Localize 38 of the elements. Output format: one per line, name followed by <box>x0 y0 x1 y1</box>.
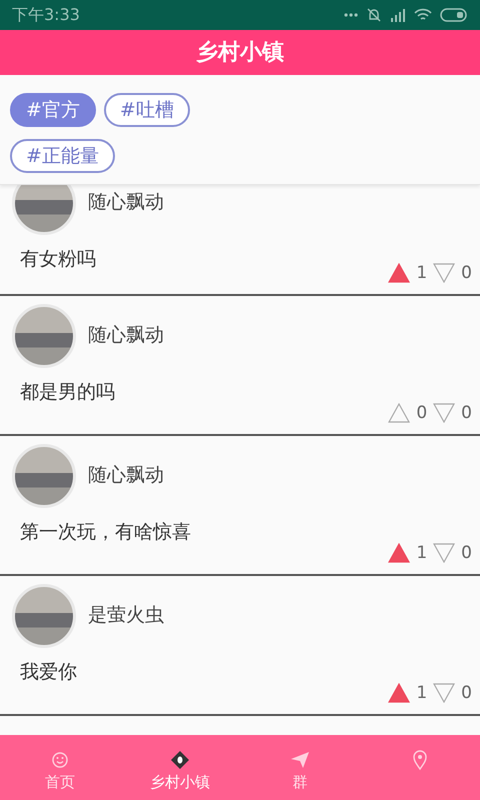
downvote-triangle-icon[interactable] <box>433 683 456 704</box>
upvote-triangle-icon[interactable] <box>388 403 410 424</box>
tag-chip[interactable]: #吐槽 <box>104 93 190 127</box>
wifi-icon <box>414 8 432 22</box>
downvote-count: 0 <box>461 682 472 704</box>
upvote-triangle-icon[interactable] <box>388 543 410 564</box>
signal-icon <box>390 8 406 22</box>
more-icon <box>344 13 358 17</box>
tag-chip[interactable]: #正能量 <box>10 139 115 173</box>
upvote-triangle-icon[interactable] <box>388 683 410 704</box>
upvote-count: 1 <box>416 682 428 704</box>
muted-bell-icon <box>366 7 382 23</box>
nav-tab[interactable]: 群 <box>240 735 360 800</box>
author-name: 是萤火虫 <box>88 603 164 628</box>
tag-chip[interactable]: #官方 <box>10 93 96 127</box>
author-name: 随心飘动 <box>88 463 164 488</box>
author-name: 随心飘动 <box>88 190 164 215</box>
upvote-count: 1 <box>416 262 428 284</box>
battery-icon <box>440 8 468 22</box>
downvote-count: 0 <box>461 402 472 424</box>
upvote-triangle-icon[interactable] <box>388 263 410 284</box>
upvote-count: 0 <box>416 402 428 424</box>
downvote-triangle-icon[interactable] <box>433 263 456 284</box>
post-text: 都是男的吗 <box>20 380 115 405</box>
downvote-count: 0 <box>461 542 472 564</box>
post-text: 我爱你 <box>20 660 77 685</box>
post-text: 第一次玩，有啥惊喜 <box>20 520 191 545</box>
upvote-count: 1 <box>416 542 428 564</box>
downvote-count: 0 <box>461 262 472 284</box>
downvote-triangle-icon[interactable] <box>433 403 456 424</box>
author-name: 随心飘动 <box>88 323 164 348</box>
status-time: 下午3:33 <box>12 4 80 26</box>
eye-icon <box>169 748 191 771</box>
downvote-triangle-icon[interactable] <box>433 543 456 564</box>
nav-tab[interactable]: 乡村小镇 <box>120 735 240 800</box>
post-text: 有女粉吗 <box>20 247 96 272</box>
nav-tab[interactable]: 首页 <box>0 735 120 800</box>
page-title: 乡村小镇 <box>196 39 284 67</box>
